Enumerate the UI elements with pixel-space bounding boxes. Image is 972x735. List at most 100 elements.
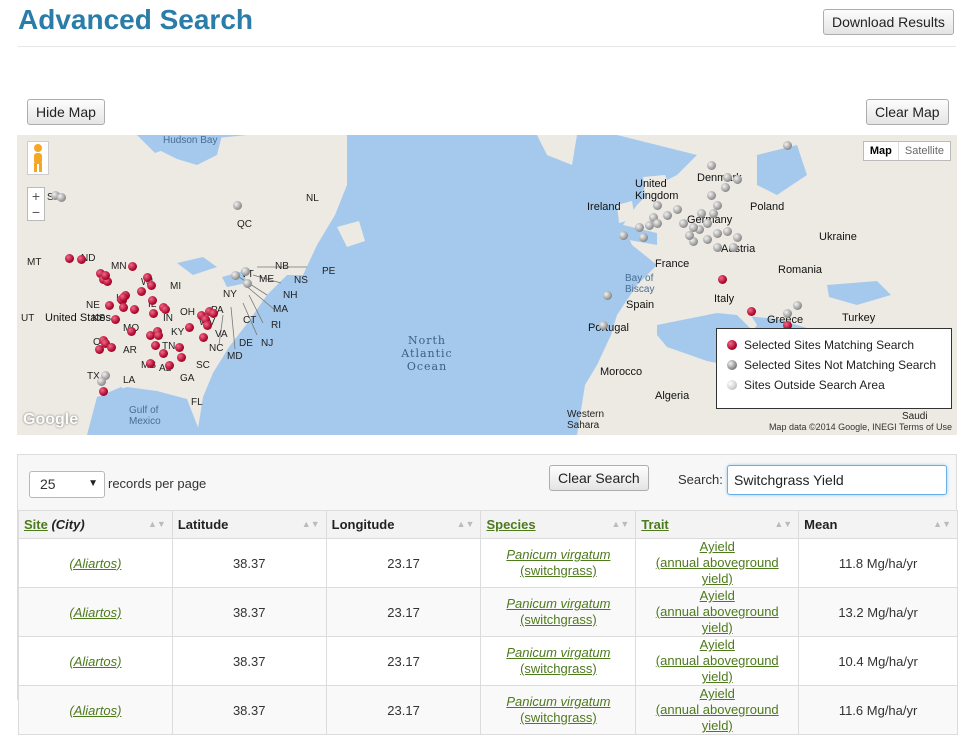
map-type-satellite[interactable]: Satellite [897, 142, 950, 160]
gray-marker-icon[interactable] [723, 227, 732, 236]
red-marker-icon[interactable] [148, 296, 157, 305]
gray-marker-icon[interactable] [653, 201, 662, 210]
site-link[interactable]: (Aliartos) [69, 556, 121, 571]
species-link[interactable]: Panicum virgatum (switchgrass) [506, 645, 610, 676]
species-link[interactable]: Panicum virgatum (switchgrass) [506, 596, 610, 627]
page-size-select[interactable]: 25 ▼ [29, 471, 105, 498]
map-attribution[interactable]: Map data ©2014 Google, INEGI Terms of Us… [769, 422, 952, 432]
red-marker-icon[interactable] [203, 321, 212, 330]
red-marker-icon[interactable] [209, 309, 218, 318]
column-header-trait[interactable]: Trait ▲▼ [635, 510, 800, 539]
red-marker-icon[interactable] [105, 301, 114, 310]
zoom-in-button[interactable]: + [28, 188, 44, 204]
gray-marker-icon[interactable] [703, 219, 712, 228]
gray-marker-icon[interactable] [619, 231, 628, 240]
gray-marker-icon[interactable] [783, 309, 792, 318]
column-header-site[interactable]: Site (City) ▲▼ [18, 510, 173, 539]
red-marker-icon[interactable] [159, 349, 168, 358]
red-marker-icon[interactable] [101, 271, 110, 280]
gray-marker-icon[interactable] [733, 233, 742, 242]
red-marker-icon[interactable] [107, 343, 116, 352]
red-marker-icon[interactable] [149, 309, 158, 318]
sort-trait-link[interactable]: Trait [641, 517, 668, 532]
map-type-map[interactable]: Map [864, 142, 898, 160]
red-marker-icon[interactable] [119, 303, 128, 312]
trait-link[interactable]: Ayield (annual aboveground yield) [656, 686, 779, 733]
gray-marker-icon[interactable] [679, 219, 688, 228]
gray-marker-icon[interactable] [635, 223, 644, 232]
gray-marker-icon[interactable] [729, 243, 738, 252]
red-marker-icon[interactable] [130, 305, 139, 314]
gray-marker-icon[interactable] [707, 161, 716, 170]
red-marker-icon[interactable] [177, 353, 186, 362]
clear-map-button[interactable]: Clear Map [866, 99, 949, 125]
gray-marker-icon[interactable] [685, 231, 694, 240]
sort-species-link[interactable]: Species [486, 517, 535, 532]
column-header-longitude[interactable]: Longitude ▲▼ [325, 510, 482, 539]
gray-marker-icon[interactable] [721, 183, 730, 192]
gray-marker-icon[interactable] [713, 243, 722, 252]
sort-site-link[interactable]: Site [24, 517, 48, 532]
gray-marker-icon[interactable] [243, 279, 252, 288]
trait-link[interactable]: Ayield (annual aboveground yield) [656, 637, 779, 684]
gray-marker-icon[interactable] [713, 229, 722, 238]
red-marker-icon[interactable] [77, 255, 86, 264]
gray-marker-icon[interactable] [57, 193, 66, 202]
map-type-control[interactable]: Map Satellite [862, 141, 951, 161]
gray-marker-icon[interactable] [783, 141, 792, 150]
red-marker-icon[interactable] [747, 307, 756, 316]
gray-marker-icon[interactable] [231, 271, 240, 280]
red-marker-icon[interactable] [199, 333, 208, 342]
red-marker-icon[interactable] [175, 343, 184, 352]
gray-marker-icon[interactable] [233, 201, 242, 210]
red-marker-icon[interactable] [146, 359, 155, 368]
gray-marker-icon[interactable] [603, 291, 612, 300]
red-marker-icon[interactable] [161, 305, 170, 314]
red-marker-icon[interactable] [111, 315, 120, 324]
street-view-pegman[interactable] [27, 141, 49, 175]
zoom-control[interactable]: + − [27, 187, 45, 221]
clear-search-button[interactable]: Clear Search [549, 465, 649, 491]
column-header-species[interactable]: Species ▲▼ [480, 510, 637, 539]
red-marker-icon[interactable] [95, 345, 104, 354]
gray-marker-icon[interactable] [97, 377, 106, 386]
trait-link[interactable]: Ayield (annual aboveground yield) [656, 588, 779, 635]
column-header-latitude[interactable]: Latitude ▲▼ [171, 510, 327, 539]
red-marker-icon[interactable] [151, 341, 160, 350]
gray-marker-icon[interactable] [639, 233, 648, 242]
zoom-out-button[interactable]: − [28, 204, 44, 220]
gray-marker-icon[interactable] [241, 267, 250, 276]
site-link[interactable]: (Aliartos) [69, 605, 121, 620]
red-marker-icon[interactable] [165, 361, 174, 370]
gray-marker-icon[interactable] [793, 301, 802, 310]
red-marker-icon[interactable] [154, 331, 163, 340]
column-header-mean[interactable]: Mean ▲▼ [798, 510, 958, 539]
red-marker-icon[interactable] [185, 323, 194, 332]
red-marker-icon[interactable] [718, 275, 727, 284]
map-view[interactable]: + − Map Satellite Hudson Bay QC NL SK MT… [17, 135, 957, 435]
species-link[interactable]: Panicum virgatum (switchgrass) [506, 694, 610, 725]
gray-marker-icon[interactable] [599, 321, 608, 330]
gray-marker-icon[interactable] [707, 191, 716, 200]
hide-map-button[interactable]: Hide Map [27, 99, 105, 125]
species-link[interactable]: Panicum virgatum (switchgrass) [506, 547, 610, 578]
red-marker-icon[interactable] [119, 293, 128, 302]
gray-marker-icon[interactable] [733, 175, 742, 184]
site-link[interactable]: (Aliartos) [69, 703, 121, 718]
search-input[interactable] [727, 465, 947, 495]
red-marker-icon[interactable] [137, 287, 146, 296]
red-marker-icon[interactable] [65, 254, 74, 263]
trait-link[interactable]: Ayield (annual aboveground yield) [656, 539, 779, 586]
gray-marker-icon[interactable] [653, 219, 662, 228]
gray-marker-icon[interactable] [697, 209, 706, 218]
gray-marker-icon[interactable] [723, 173, 732, 182]
gray-marker-icon[interactable] [673, 205, 682, 214]
red-marker-icon[interactable] [99, 387, 108, 396]
download-results-button[interactable]: Download Results [823, 9, 954, 35]
gray-marker-icon[interactable] [703, 235, 712, 244]
site-link[interactable]: (Aliartos) [69, 654, 121, 669]
gray-marker-icon[interactable] [663, 211, 672, 220]
red-marker-icon[interactable] [128, 262, 137, 271]
red-marker-icon[interactable] [147, 281, 156, 290]
gray-marker-icon[interactable] [709, 209, 718, 218]
